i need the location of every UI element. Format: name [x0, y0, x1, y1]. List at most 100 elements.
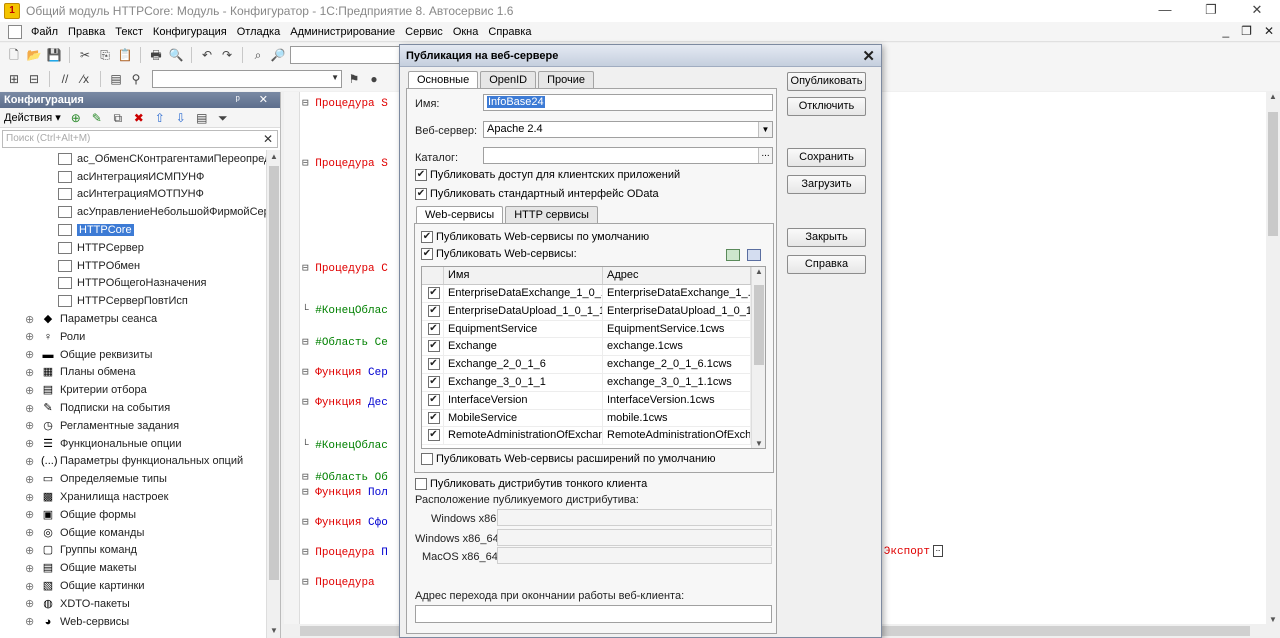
checkbox-checked-icon[interactable]: ✔: [427, 393, 440, 406]
checkbox-checked-icon[interactable]: ✔: [427, 287, 440, 300]
menu-file[interactable]: Файл: [26, 26, 63, 38]
expand-icon[interactable]: ⊕: [25, 437, 34, 450]
tree-item-module[interactable]: асИнтеграцияИСМПУНФ: [0, 168, 266, 186]
table-row[interactable]: ✔ InterfaceVersion InterfaceVersion.1cws: [422, 391, 765, 410]
fold-marker-icon[interactable]: ⊟: [302, 397, 309, 409]
header-name[interactable]: Имя: [444, 267, 603, 284]
mac-x64-field[interactable]: [497, 547, 772, 564]
new-icon[interactable]: 🗋: [6, 47, 22, 63]
menu-windows[interactable]: Окна: [448, 26, 484, 38]
uncomment-icon[interactable]: ⁄x: [77, 71, 93, 87]
tree-item-category[interactable]: ⊕ ▩ Хранилища настроек: [0, 488, 266, 506]
config-tree-icon[interactable]: ⊞: [6, 71, 22, 87]
expand-icon[interactable]: ⊕: [25, 580, 34, 593]
scroll-down-icon[interactable]: ▼: [1266, 615, 1280, 624]
edit-icon[interactable]: ✎: [89, 110, 105, 126]
fold-marker-icon[interactable]: ⊟: [302, 158, 309, 170]
table-row[interactable]: ✔ EnterpriseDataExchange_1_0_1... Enterpri…: [422, 285, 765, 303]
tree-item-category[interactable]: ⊕ ◷ Регламентные задания: [0, 417, 266, 435]
tree-item-category[interactable]: ⊕ ▤ Общие макеты: [0, 559, 266, 577]
tab-other[interactable]: Прочие: [538, 71, 595, 88]
menu-configuration[interactable]: Конфигурация: [148, 26, 232, 38]
publish-ws-default-checkbox[interactable]: ✔ Публиковать Web-сервисы по умолчанию: [421, 231, 649, 243]
checkbox-checked-icon[interactable]: ✔: [427, 322, 440, 335]
find-icon[interactable]: ⌕: [250, 47, 266, 63]
move-down-icon[interactable]: ⇩: [173, 110, 189, 126]
fold-marker-icon[interactable]: └: [302, 440, 309, 452]
expand-icon[interactable]: ⊕: [25, 455, 34, 468]
expand-icon[interactable]: ⊕: [25, 473, 34, 486]
maximize-icon[interactable]: ❐: [1188, 0, 1234, 22]
checkbox-checked-icon[interactable]: ✔: [415, 169, 427, 181]
expand-icon[interactable]: ⊕: [25, 384, 34, 397]
config-compare-icon[interactable]: ⊟: [26, 71, 42, 87]
tree-item-module[interactable]: HTTPСервер: [0, 239, 266, 257]
panel-header-controls[interactable]: ᵖ ✕: [236, 92, 276, 108]
expand-icon[interactable]: ⊕: [25, 597, 34, 610]
menu-service[interactable]: Сервис: [400, 26, 448, 38]
procedures-icon[interactable]: ⚲: [128, 71, 144, 87]
tab-http-services[interactable]: HTTP сервисы: [505, 206, 598, 223]
tree-item-category[interactable]: ⊕ ▣ Общие формы: [0, 506, 266, 524]
add-icon[interactable]: ⊕: [68, 110, 84, 126]
fold-marker-icon[interactable]: ⊟: [302, 487, 309, 499]
tree-item-category[interactable]: ⊕ ▦ Планы обмена: [0, 364, 266, 382]
publish-ext-ws-checkbox[interactable]: Публиковать Web-сервисы расширений по ум…: [421, 453, 715, 465]
tree-scrollbar[interactable]: ▲ ▼: [266, 150, 280, 638]
minimize-icon[interactable]: —: [1142, 0, 1188, 22]
table-row[interactable]: ✔ RemoteAdministrationOfExchange RemoteAdm…: [422, 427, 765, 446]
unpublish-button[interactable]: Отключить: [787, 97, 866, 116]
checkbox-checked-icon[interactable]: ✔: [427, 429, 440, 442]
select-all-icon[interactable]: [726, 249, 740, 261]
scroll-up-icon[interactable]: ▲: [752, 267, 765, 276]
tree-item-category[interactable]: ⊕ ☰ Функциональные опции: [0, 435, 266, 453]
expand-icon[interactable]: ⊕: [25, 491, 34, 504]
table-row[interactable]: ✔ EquipmentService EquipmentService.1cws: [422, 320, 765, 339]
toolbar-search-input[interactable]: [290, 46, 400, 64]
win-x86-field[interactable]: [497, 509, 772, 526]
scroll-thumb[interactable]: [269, 166, 279, 580]
tree-item-module[interactable]: асУправлениеНебольшойФирмойСере: [0, 203, 266, 221]
expand-icon[interactable]: ⊕: [25, 402, 34, 415]
scroll-thumb[interactable]: [1268, 112, 1278, 236]
mdi-minimize-icon[interactable]: _: [1222, 24, 1229, 38]
load-button[interactable]: Загрузить: [787, 175, 866, 194]
scroll-thumb[interactable]: [754, 285, 764, 365]
expand-icon[interactable]: ⊕: [25, 615, 34, 628]
procedure-combo[interactable]: [152, 70, 342, 88]
tree-item-module[interactable]: ас_ОбменСКонтрагентамиПереопреде: [0, 150, 266, 168]
undo-icon[interactable]: ↶: [199, 47, 215, 63]
move-up-icon[interactable]: ⇧: [152, 110, 168, 126]
tree-item-category[interactable]: ⊕ (...) Параметры функциональных опций: [0, 453, 266, 471]
tree-item-module[interactable]: HTTPОбмен: [0, 257, 266, 275]
fold-marker-icon[interactable]: ⊟: [302, 547, 309, 559]
tree-item-module[interactable]: асИнтеграцияМОТПУНФ: [0, 186, 266, 204]
menu-administration[interactable]: Администрирование: [285, 26, 400, 38]
tab-web-services[interactable]: Web-сервисы: [416, 206, 504, 223]
sort-icon[interactable]: ▤: [194, 110, 210, 126]
scroll-down-icon[interactable]: ▼: [267, 624, 281, 638]
dialog-close-icon[interactable]: ✕: [862, 47, 875, 65]
publish-button[interactable]: Опубликовать: [787, 72, 866, 91]
checkbox-checked-icon[interactable]: ✔: [427, 304, 440, 317]
expand-icon[interactable]: ⊕: [25, 330, 34, 343]
tree-item-category[interactable]: ⊕ ▧ Общие картинки: [0, 577, 266, 595]
fold-marker-icon[interactable]: ⊟: [302, 577, 309, 589]
checkbox-checked-icon[interactable]: ✔: [415, 188, 427, 200]
tree-item-category[interactable]: ⊕ ◍ XDTO-пакеты: [0, 595, 266, 613]
expand-icon[interactable]: ⊕: [25, 562, 34, 575]
scroll-up-icon[interactable]: ▲: [1266, 92, 1280, 101]
redirect-field[interactable]: [415, 605, 772, 623]
catalog-field[interactable]: ...: [483, 147, 773, 164]
cut-icon[interactable]: ✂: [77, 47, 93, 63]
tree-item-category[interactable]: ⊕ ▭ Определяемые типы: [0, 470, 266, 488]
fold-marker-icon[interactable]: ⊟: [302, 517, 309, 529]
publish-ws-checkbox[interactable]: ✔ Публиковать Web-сервисы:: [421, 248, 577, 260]
tree-item-module[interactable]: HTTPСерверПовтИсп: [0, 292, 266, 310]
tree-item-category[interactable]: ⊕ ◆ Параметры сеанса: [0, 310, 266, 328]
table-row[interactable]: ✔ Exchange_2_0_1_6 exchange_2_0_1_6.1cws: [422, 356, 765, 374]
save-icon[interactable]: 💾: [46, 47, 62, 63]
web-server-select[interactable]: Apache 2.4 ▼: [483, 121, 773, 138]
debug-icon[interactable]: ⚑: [346, 71, 362, 87]
help-button[interactable]: Справка: [787, 255, 866, 274]
